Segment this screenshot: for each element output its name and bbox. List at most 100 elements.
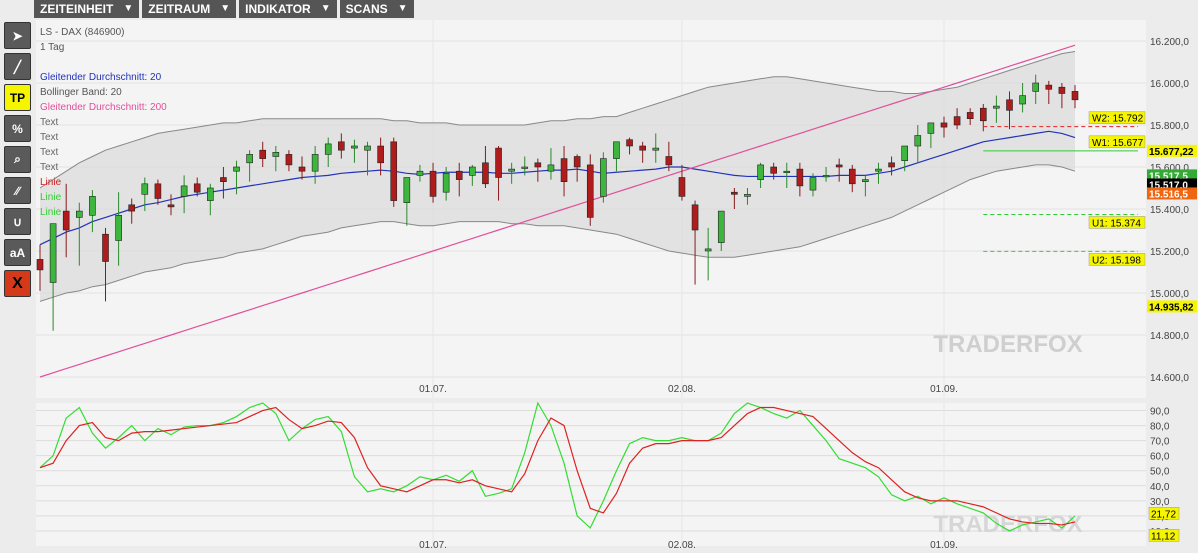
candle-body bbox=[233, 166, 240, 172]
candle-body bbox=[770, 166, 777, 174]
candle-body bbox=[717, 210, 725, 243]
candle-body bbox=[324, 143, 332, 155]
y-tick-label: 15.200,0 bbox=[1150, 247, 1189, 258]
candle-body bbox=[901, 145, 908, 161]
candle-body bbox=[377, 145, 384, 164]
candle-body bbox=[102, 233, 109, 262]
legend-item: Linie bbox=[40, 177, 62, 188]
candle-body bbox=[220, 177, 227, 182]
candle-body bbox=[927, 122, 935, 134]
level-label: U2: 15.198 bbox=[1092, 255, 1141, 266]
y-tick-label: 16.000,0 bbox=[1150, 79, 1189, 90]
candle-body bbox=[311, 154, 319, 172]
candle-body bbox=[835, 164, 843, 168]
candle-body bbox=[1032, 82, 1039, 92]
candle-body bbox=[508, 168, 515, 172]
candle-body bbox=[953, 116, 961, 126]
candle-body bbox=[521, 166, 529, 169]
y-tick-label: 14.600,0 bbox=[1150, 373, 1189, 384]
instrument-title: LS - DAX (846900) bbox=[40, 27, 125, 38]
candle-body bbox=[613, 141, 620, 159]
candle-body bbox=[429, 170, 437, 197]
y-tick-label: 30,0 bbox=[1150, 497, 1170, 508]
candle-body bbox=[914, 135, 922, 147]
candle-body bbox=[207, 187, 214, 201]
legend-item: Bollinger Band: 20 bbox=[40, 87, 122, 98]
candle-body bbox=[259, 149, 267, 159]
price-tag-label: 15.516,5 bbox=[1149, 189, 1188, 200]
candle-body bbox=[678, 177, 686, 197]
x-tick-label: 01.09. bbox=[930, 540, 958, 551]
candle-body bbox=[822, 175, 830, 178]
candle-body bbox=[809, 177, 817, 191]
candle-body bbox=[390, 141, 398, 201]
traderfox-watermark: TRADERFOX bbox=[933, 331, 1082, 358]
price-tag-label: 15.677,22 bbox=[1149, 147, 1194, 158]
y-tick-label: 16.200,0 bbox=[1150, 37, 1189, 48]
candle-body bbox=[180, 185, 188, 197]
legend-item: Text bbox=[40, 147, 59, 158]
candle-body bbox=[875, 168, 882, 172]
candle-body bbox=[796, 168, 804, 187]
candle-body bbox=[993, 105, 1000, 109]
y-tick-label: 90,0 bbox=[1150, 407, 1170, 418]
candle-body bbox=[979, 107, 987, 122]
candle-body bbox=[704, 248, 712, 252]
candle-body bbox=[167, 204, 175, 208]
candle-body bbox=[246, 154, 253, 164]
y-tick-label: 15.400,0 bbox=[1150, 205, 1189, 216]
chart-canvas[interactable]: 16.200,016.000,015.800,015.600,015.400,0… bbox=[0, 0, 1198, 553]
candle-body bbox=[626, 139, 633, 147]
candle-body bbox=[744, 194, 751, 197]
candle-body bbox=[364, 145, 371, 151]
y-tick-label: 14.800,0 bbox=[1150, 331, 1189, 342]
y-tick-label: 15.000,0 bbox=[1150, 289, 1189, 300]
legend-item: Linie bbox=[40, 192, 62, 203]
candle-body bbox=[691, 204, 699, 231]
candle-body bbox=[495, 147, 502, 178]
stochastic-tag-label: 11,12 bbox=[1151, 531, 1176, 542]
y-tick-label: 15.800,0 bbox=[1150, 121, 1189, 132]
y-tick-label: 40,0 bbox=[1150, 482, 1170, 493]
candle-body bbox=[731, 191, 738, 195]
candle-body bbox=[1071, 91, 1079, 101]
legend-item: Text bbox=[40, 162, 59, 173]
candle-body bbox=[848, 168, 856, 185]
candle-body bbox=[442, 173, 450, 193]
candle-body bbox=[547, 164, 555, 172]
x-tick-label: 01.07. bbox=[419, 540, 447, 551]
candle-body bbox=[966, 112, 974, 120]
candle-body bbox=[1058, 86, 1066, 94]
candle-body bbox=[862, 179, 869, 183]
candle-body bbox=[600, 158, 607, 197]
candle-body bbox=[298, 166, 306, 172]
y-tick-label: 60,0 bbox=[1150, 452, 1170, 463]
candle-body bbox=[1019, 95, 1026, 105]
level-label: W1: 15.677 bbox=[1092, 138, 1144, 149]
legend-item: Text bbox=[40, 117, 59, 128]
candle-body bbox=[639, 145, 646, 151]
candle-body bbox=[49, 223, 57, 283]
candle-body bbox=[1006, 99, 1013, 111]
x-tick-label: 02.08. bbox=[668, 540, 696, 551]
legend-item: Linie bbox=[40, 207, 62, 218]
candle-body bbox=[560, 158, 568, 183]
candle-body bbox=[586, 164, 594, 218]
candle-body bbox=[940, 122, 948, 128]
level-label: W2: 15.792 bbox=[1092, 114, 1144, 125]
candle-body bbox=[665, 156, 673, 166]
legend-item: Gleitender Durchschnitt: 20 bbox=[40, 72, 162, 83]
x-tick-label: 01.07. bbox=[419, 384, 447, 395]
stochastic-tag-label: 21,72 bbox=[1151, 509, 1176, 520]
candle-body bbox=[338, 141, 345, 151]
candle-body bbox=[285, 154, 293, 166]
y-tick-label: 70,0 bbox=[1150, 437, 1170, 448]
candle-body bbox=[272, 152, 280, 157]
candle-body bbox=[403, 177, 411, 204]
legend-item: Gleitender Durchschnitt: 200 bbox=[40, 102, 167, 113]
candle-body bbox=[783, 170, 791, 173]
candle-body bbox=[757, 164, 764, 180]
price-tag-label: 14.935,82 bbox=[1149, 302, 1194, 313]
candle-body bbox=[534, 162, 542, 168]
candle-body bbox=[573, 156, 581, 168]
